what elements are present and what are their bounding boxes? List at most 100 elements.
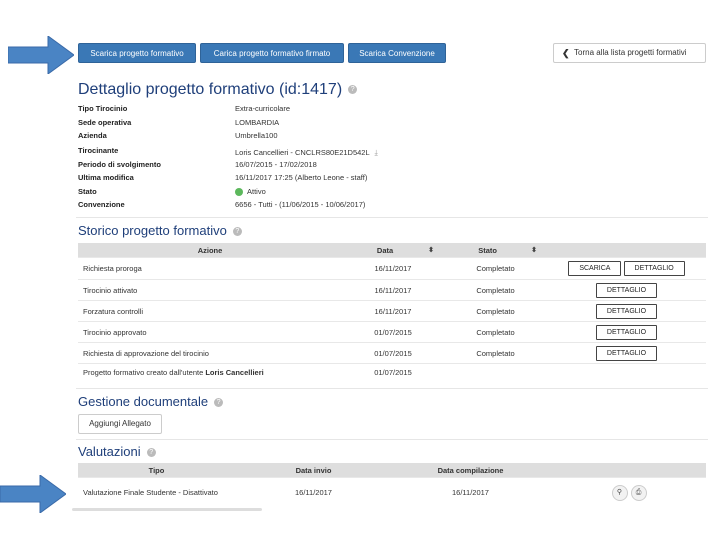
detail-label: Tipo Tirocinio [78, 104, 128, 113]
detail-value: LOMBARDIA [235, 117, 280, 127]
download-row-button[interactable]: SCARICA [568, 261, 622, 276]
detail-value: Loris Cancellieri - CNCLRS80E21D542L ⤓ [235, 148, 378, 158]
detail-row: Tipo Tirocinio Extra-curricolare [78, 104, 498, 118]
detail-row-button[interactable]: DETTAGLIO [623, 261, 685, 276]
info-icon[interactable]: ? [214, 398, 224, 408]
cell-azione: Forzatura controlli [78, 300, 342, 322]
cell-data: 01/07/2015 [342, 363, 444, 382]
cell-stato: Completato [444, 300, 547, 322]
created-by-prefix: Progetto formativo creato dall'utente [83, 368, 206, 378]
detail-value: 16/11/2017 17:25 (Alberto Leone - staff) [235, 173, 368, 182]
detail-row-button[interactable]: DETTAGLIO [595, 324, 658, 340]
status-active-icon [235, 187, 243, 196]
cell-azione: Tirocinio approvato [78, 321, 342, 343]
table-header-row: Tipo Data invio Data compilazione [78, 463, 706, 478]
col-header-azione[interactable]: Azione [78, 243, 342, 258]
detail-label: Azienda [78, 131, 107, 140]
col-header-label: Stato [478, 245, 497, 255]
page-title-text: Dettaglio progetto formativo (id:1417) [78, 81, 343, 98]
info-icon[interactable]: ? [348, 85, 358, 95]
detail-row: Periodo di svolgimento 16/07/2015 - 17/02… [78, 160, 498, 174]
detail-label: Tirocinante [78, 145, 119, 155]
cell-actions [547, 363, 706, 382]
detail-row-button[interactable]: DETTAGLIO [595, 303, 658, 319]
section-title-gestione: Gestione documentale? [78, 394, 224, 409]
table-row: Progetto formativo creato dall'utente Lo… [78, 363, 706, 382]
detail-row: Ultima modifica 16/11/2017 17:25 (Alberto… [78, 173, 498, 187]
col-header-data-compilazione: Data compilazione [392, 463, 549, 478]
table-row: Valutazione Finale Studente - Disattivat… [78, 477, 706, 508]
col-header-label: Data [376, 245, 394, 255]
col-header-data[interactable]: Data ⬍ [342, 243, 444, 258]
cell-stato [444, 363, 547, 382]
cell-azione: Richiesta di approvazione del tirocinio [78, 342, 342, 364]
status-value: Attivo [247, 186, 266, 196]
info-icon[interactable]: ? [146, 448, 156, 458]
detail-row: Tirocinante Loris Cancellieri - CNCLRS80E… [78, 145, 498, 160]
search-icon[interactable]: ⚲ [611, 484, 628, 501]
download-icon[interactable]: ⤓ [374, 148, 377, 157]
col-header-tipo: Tipo [78, 463, 235, 478]
cell-data: 16/11/2017 [342, 257, 444, 280]
back-to-list-button[interactable]: ❮ Torna alla lista progetti formativi [553, 43, 706, 63]
trainee-value: Loris Cancellieri - CNCLRS80E21D542L [235, 147, 370, 157]
col-header-actions [547, 243, 706, 258]
storico-table: Azione Data ⬍ Stato ⬍ Richiesta proroga 16… [78, 243, 706, 382]
download-project-button[interactable]: Scarica progetto formativo [78, 43, 196, 63]
add-attachment-button[interactable]: Aggiungi Allegato [78, 414, 162, 434]
cell-stato: Completato [444, 342, 547, 364]
scrollbar[interactable] [72, 508, 262, 511]
cell-stato: Completato [444, 257, 547, 280]
col-header-actions [549, 463, 706, 478]
divider [76, 217, 708, 218]
detail-value: Umbrella100 [235, 131, 278, 140]
cell-actions: SCARICA DETTAGLIO [547, 257, 706, 280]
cell-actions: ⚲ ⎙ [549, 477, 706, 508]
storico-title: Storico progetto formativo [78, 223, 227, 238]
download-convention-button[interactable]: Scarica Convenzione [348, 43, 446, 63]
created-by-user: Loris Cancellieri [205, 368, 264, 378]
valutazioni-title: Valutazioni [78, 444, 141, 459]
sort-icon[interactable]: ⬍ [428, 246, 434, 254]
cell-stato: Completato [444, 321, 547, 343]
divider [76, 388, 708, 389]
detail-value: Attivo [235, 187, 266, 196]
detail-value: Extra-curricolare [235, 104, 291, 113]
arrow-pointer-top [8, 36, 74, 74]
detail-row-button[interactable]: DETTAGLIO [595, 282, 658, 298]
section-title-storico: Storico progetto formativo? [78, 223, 242, 238]
detail-row-button[interactable]: DETTAGLIO [595, 345, 658, 361]
info-icon[interactable]: ? [232, 227, 242, 237]
cell-data: 01/07/2015 [342, 342, 444, 364]
detail-value: 6656 - Tutti - (11/06/2015 - 10/06/2017) [235, 200, 366, 209]
chevron-left-icon: ❮ [562, 48, 570, 58]
upload-signed-project-button[interactable]: Carica progetto formativo firmato [200, 43, 344, 63]
detail-label: Stato [78, 186, 97, 196]
table-row: Tirocinio approvato 01/07/2015 Completat… [78, 321, 706, 343]
cell-data: 16/11/2017 [342, 300, 444, 322]
gestione-title: Gestione documentale [78, 394, 209, 409]
col-header-data-invio: Data invio [235, 463, 392, 478]
detail-row: Azienda Umbrella100 [78, 131, 498, 145]
back-to-list-label: Torna alla lista progetti formativi [574, 48, 687, 57]
cell-actions: DETTAGLIO [547, 279, 706, 301]
detail-label: Ultima modifica [78, 173, 134, 182]
arrow-pointer-bottom [0, 475, 66, 513]
table-row: Richiesta di approvazione del tirocinio … [78, 342, 706, 364]
cell-data: 01/07/2015 [342, 321, 444, 343]
cell-azione: Richiesta proroga [78, 257, 342, 280]
detail-row: Sede operativa LOMBARDIA [78, 118, 498, 132]
cell-azione: Progetto formativo creato dall'utente Lo… [78, 363, 342, 382]
section-title-valutazioni: Valutazioni? [78, 444, 156, 459]
detail-row: Stato Attivo [78, 187, 498, 201]
col-header-stato[interactable]: Stato ⬍ [444, 243, 547, 258]
col-header-label: Azione [197, 245, 223, 255]
cell-azione: Tirocinio attivato [78, 279, 342, 301]
detail-label: Convenzione [78, 200, 125, 209]
table-header-row: Azione Data ⬍ Stato ⬍ [78, 243, 706, 258]
valutazioni-table: Tipo Data invio Data compilazione Valuta… [78, 463, 706, 508]
detail-label: Periodo di svolgimento [78, 159, 161, 169]
cell-stato: Completato [444, 279, 547, 301]
print-icon[interactable]: ⎙ [630, 484, 647, 501]
sort-icon[interactable]: ⬍ [531, 246, 537, 254]
